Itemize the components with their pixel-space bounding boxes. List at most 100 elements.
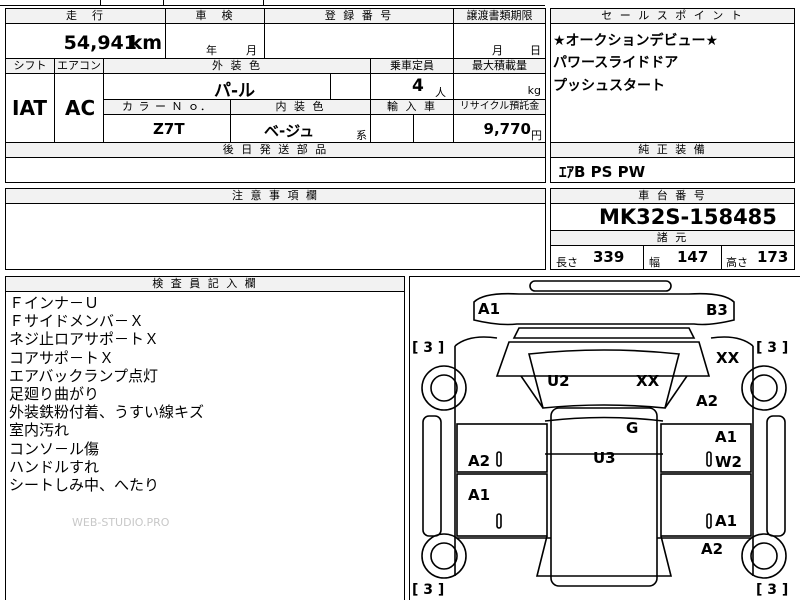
transfer-header: 譲渡書類期限 (453, 8, 546, 24)
mark-right-front-top: XX (716, 349, 740, 367)
watermark: WEB-STUDIO.PRO (72, 516, 170, 529)
inspector-note: ハンドルすれ (9, 457, 100, 476)
genuine-equipment-value: ｴｱB PS PW (559, 163, 646, 181)
later-parts-header: 後 日 発 送 部 品 (5, 142, 546, 158)
tire-mark-front-left: [ 3 ] (412, 340, 445, 356)
top-partial-row (0, 0, 800, 6)
spec-header: 諸 元 (550, 230, 795, 246)
exterior-cell: パ-ル (103, 73, 371, 101)
inspection-year: 年 (206, 44, 217, 57)
chassis-value: MK32S-158485 (599, 205, 777, 229)
color-no-header: カ ラ ー Ｎ ｏ． (103, 99, 231, 115)
height-label: 高さ (726, 256, 748, 269)
mileage-unit: km (129, 32, 162, 54)
inspector-cell: Ｆインナ－Ｕ Ｆサイドメンバ－Ｘ ネジ止ロアサポ－トＸ コアサポ－トＸ エアバッ… (5, 291, 405, 600)
shift-value: IAT (12, 96, 48, 120)
mileage-cell: 54,941 km (5, 23, 166, 59)
length-label: 長さ (556, 256, 578, 269)
aircon-value: AC (65, 96, 96, 120)
car-outline (421, 280, 787, 587)
inspector-note: Ｆインナ－Ｕ (9, 294, 100, 312)
inspector-note: Ｆサイドメンバ－Ｘ (9, 312, 145, 331)
inspector-note: 外装鉄粉付着、うすい線キズ (9, 403, 205, 422)
interior-header: 内 装 色 (230, 99, 371, 115)
caution-cell (5, 203, 546, 270)
mark-right-door-front-2: W2 (715, 453, 742, 471)
registration-cell (264, 23, 454, 59)
capacity-unit: 人 (435, 86, 446, 99)
recycle-value: 9,770 (483, 120, 531, 138)
inspection-cell: 年 月 (165, 23, 265, 59)
mark-right-door-front: A1 (715, 428, 738, 446)
inspector-note: ネジ止ロアサポ－トＸ (9, 330, 160, 349)
capacity-value: 4 (412, 76, 424, 96)
tire-mark-front-right: [ 3 ] (756, 340, 789, 356)
exterior-header: 外 装 色 (103, 58, 371, 74)
mileage-value: 54,941 (63, 32, 137, 54)
inspector-note: 足廻り曲がり (9, 385, 100, 404)
capacity-header: 乗車定員 (370, 58, 454, 74)
length-value: 339 (593, 248, 625, 266)
shift-header: シフト (5, 58, 55, 74)
mark-roof-center: G (626, 419, 639, 437)
height-value: 173 (757, 248, 789, 266)
genuine-equipment-cell: ｴｱB PS PW (550, 157, 795, 183)
sales-point-line: プッシュスタート (553, 78, 665, 94)
car-diagram: [ 3 ] [ 3 ] [ 3 ] [ 3 ] A1 B3 U2 XX XX A… (409, 276, 800, 600)
capacity-cell: 4 人 (370, 73, 454, 100)
inspector-note: エアバックランプ点灯 (9, 366, 158, 385)
maxload-unit: kg (527, 84, 541, 97)
sales-points-cell: ★オークションデビュー★ パワースライドドア プッシュスタート (550, 23, 795, 143)
caution-header: 注 意 事 項 欄 (5, 188, 546, 204)
shift-cell: IAT (5, 73, 55, 143)
sales-point-line: パワースライドドア (553, 55, 679, 71)
mark-hood-left: U2 (547, 372, 570, 390)
mark-right-door-rear: A1 (715, 512, 738, 530)
recycle-header: リサイクル預託金 (453, 99, 546, 115)
transfer-month: 月 (492, 44, 503, 57)
interior-suffix: 系 (356, 129, 367, 142)
tire-mark-rear-right: [ 3 ] (756, 582, 789, 598)
recycle-cell: 9,770 円 (453, 114, 546, 143)
inspection-month: 月 (246, 44, 257, 57)
transfer-day: 日 (530, 44, 541, 57)
mark-left-door-rear: A1 (468, 486, 491, 504)
color-no-cell: Z7T (103, 114, 231, 143)
mileage-header: 走 行 (5, 8, 166, 24)
interior-cell: ベ-ジュ 系 (230, 114, 371, 143)
exterior-value: パ-ル (214, 81, 256, 101)
inspector-notes: Ｆインナ－Ｕ Ｆサイドメンバ－Ｘ ネジ止ロアサポ－トＸ コアサポ－トＸ エアバッ… (9, 294, 204, 494)
later-parts-cell (5, 157, 546, 183)
aircon-cell: AC (54, 73, 104, 143)
recycle-unit: 円 (531, 129, 542, 142)
tire-mark-rear-left: [ 3 ] (412, 582, 445, 598)
mark-right-front-fender: A2 (696, 392, 719, 410)
inspection-header: 車 検 (165, 8, 265, 24)
maxload-header: 最大積載量 (453, 58, 546, 74)
interior-value: ベ-ジュ (264, 122, 315, 140)
inspector-note: シートしみ中、へたり (9, 476, 160, 495)
mark-front-left: A1 (478, 300, 501, 318)
width-label: 幅 (649, 256, 660, 269)
mark-front-right: B3 (706, 301, 728, 319)
sales-points-header: セ ー ル ス ポ イ ン ト (550, 8, 795, 24)
dimensions-cell: 長さ 339 幅 147 高さ 173 (550, 245, 795, 270)
registration-header: 登 録 番 号 (264, 8, 454, 24)
import-cell (370, 114, 454, 143)
aircon-header: エアコン (54, 58, 104, 74)
chassis-header: 車 台 番 号 (550, 188, 795, 204)
mark-right-rear-fender: A2 (701, 540, 724, 558)
maxload-cell: kg (453, 73, 546, 100)
import-header: 輸 入 車 (370, 99, 454, 115)
inspector-note: 室内汚れ (9, 421, 70, 440)
inspector-note: コンソ－ル傷 (9, 439, 100, 458)
inspector-note: コアサポ－トＸ (9, 348, 115, 367)
chassis-cell: MK32S-158485 (550, 203, 795, 231)
mark-hood-right: XX (636, 372, 660, 390)
color-no-value: Z7T (153, 120, 185, 138)
mark-left-door-front: A2 (468, 452, 491, 470)
width-value: 147 (677, 248, 709, 266)
mark-roof: U3 (593, 449, 616, 467)
transfer-cell: 月 日 (453, 23, 546, 59)
sales-point-line: ★オークションデビュー★ (553, 33, 719, 49)
